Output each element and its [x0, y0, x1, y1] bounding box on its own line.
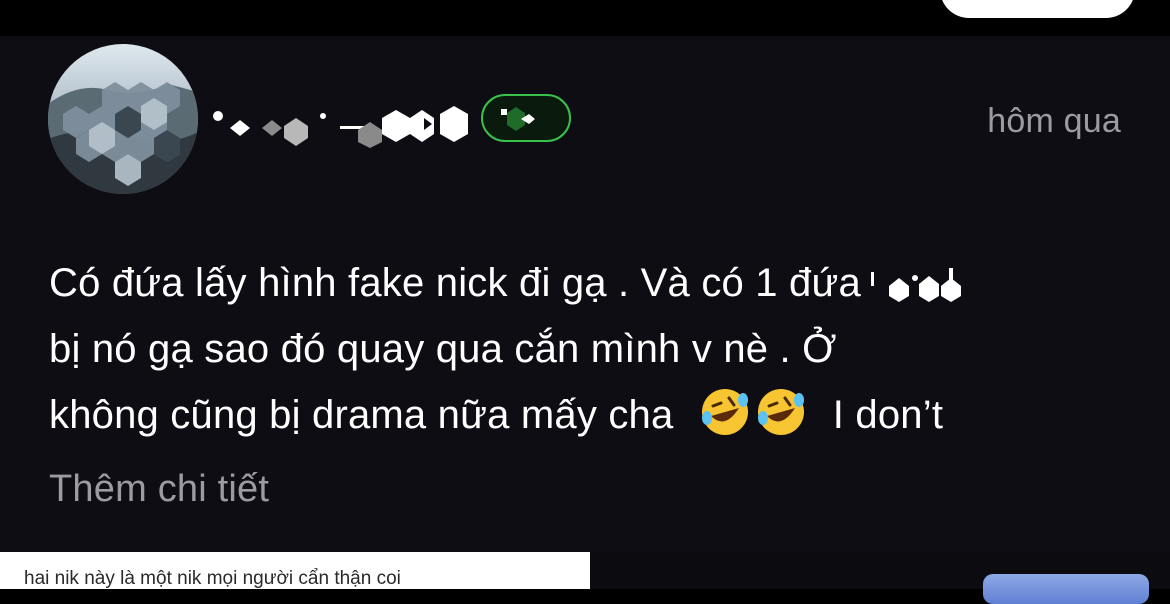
post-line-3-tail: I don’t [832, 393, 944, 437]
level-badge [481, 94, 571, 142]
post-line-3-text: không cũng bị drama nữa mấy cha [49, 393, 674, 437]
rolling-laughing-emoji-icon [701, 389, 748, 435]
badge-icon [501, 107, 535, 131]
comment-preview[interactable]: hai nik này là một nik mọi người cẩn thậ… [0, 552, 590, 589]
avatar-image [48, 82, 198, 194]
post-line-1-text: Có đứa lấy hình fake nick đi gạ . Và có … [49, 261, 861, 305]
post-timestamp: hôm qua [987, 102, 1121, 140]
post-body: Có đứa lấy hình fake nick đi gạ . Và có … [49, 250, 1129, 448]
rolling-laughing-emoji-icon [757, 389, 804, 435]
post-line-3: không cũng bị drama nữa mấy cha I don’t [49, 382, 1129, 448]
post-line-1: Có đứa lấy hình fake nick đi gạ . Và có … [49, 250, 1129, 316]
post-line-2: bị nó gạ sao đó quay qua cắn mình v nè .… [49, 327, 837, 371]
top-pill-button[interactable] [940, 0, 1135, 18]
post-card: hôm qua Có đứa lấy hình fake nick đi gạ … [0, 36, 1170, 552]
comment-preview-text: hai nik này là một nik mọi người cẩn thậ… [24, 568, 401, 589]
avatar[interactable] [48, 44, 198, 194]
show-more-link[interactable]: Thêm chi tiết [49, 468, 269, 511]
redacted-word-icon [870, 268, 961, 302]
comment-action-button[interactable] [983, 574, 1149, 604]
